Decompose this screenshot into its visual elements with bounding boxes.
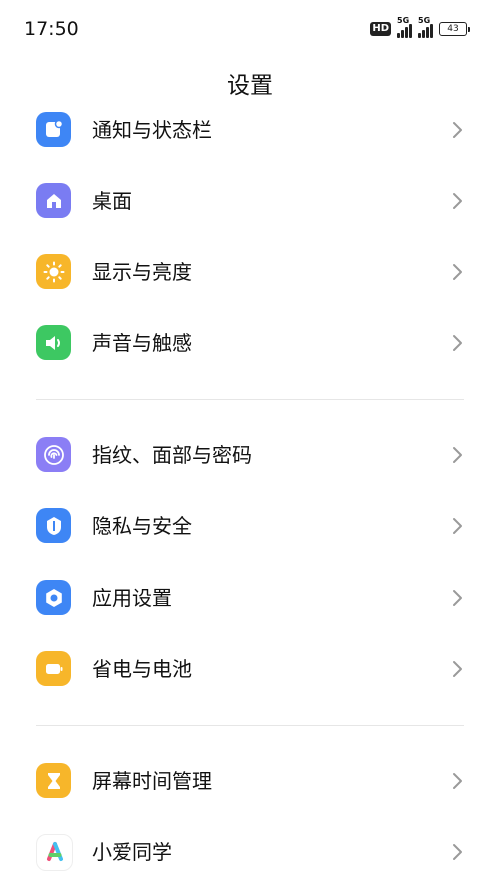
settings-item-xiaoai[interactable]: 小爱同学	[0, 817, 500, 887]
chevron-right-icon	[453, 193, 462, 209]
status-bar: 17:50 HD 5G 5G 43	[0, 0, 500, 60]
settings-item-label: 应用设置	[92, 586, 172, 610]
settings-item-label: 省电与电池	[92, 657, 192, 681]
settings-item-display[interactable]: 显示与亮度	[0, 237, 500, 307]
settings-item-sound[interactable]: 声音与触感	[0, 308, 500, 378]
speaker-icon	[36, 325, 71, 360]
sun-icon	[36, 254, 71, 289]
settings-item-label: 显示与亮度	[92, 260, 192, 284]
chevron-right-icon	[453, 264, 462, 280]
settings-item-label: 声音与触感	[92, 331, 192, 355]
network-type-sim2: 5G	[418, 16, 431, 25]
status-time: 17:50	[24, 18, 79, 40]
settings-item-label: 桌面	[92, 189, 132, 213]
chevron-right-icon	[453, 661, 462, 677]
chevron-right-icon	[453, 335, 462, 351]
settings-item-label: 指纹、面部与密码	[92, 443, 252, 467]
settings-item-app-settings[interactable]: 应用设置	[0, 563, 500, 633]
chevron-right-icon	[453, 844, 462, 860]
chevron-right-icon	[453, 122, 462, 138]
signal-icon-sim1: 5G	[397, 16, 412, 38]
settings-item-screen-time[interactable]: 屏幕时间管理	[0, 746, 500, 816]
chevron-right-icon	[453, 518, 462, 534]
network-type-sim1: 5G	[397, 16, 410, 25]
notification-icon	[36, 112, 71, 147]
battery-level: 43	[439, 22, 467, 36]
settings-item-label: 小爱同学	[92, 840, 172, 864]
settings-item-label: 隐私与安全	[92, 514, 192, 538]
hourglass-icon	[36, 763, 71, 798]
section-divider	[36, 725, 464, 726]
signal-icon-sim2: 5G	[418, 16, 433, 38]
settings-item-desktop[interactable]: 桌面	[0, 166, 500, 236]
chevron-right-icon	[453, 447, 462, 463]
hd-voice-badge: HD	[370, 22, 391, 36]
shield-icon	[36, 508, 71, 543]
chevron-right-icon	[453, 773, 462, 789]
settings-item-label: 通知与状态栏	[92, 118, 212, 142]
settings-item-battery[interactable]: 省电与电池	[0, 634, 500, 704]
status-indicators: HD 5G 5G 43	[370, 16, 470, 38]
fingerprint-icon	[36, 437, 71, 472]
settings-item-fingerprint-face-password[interactable]: 指纹、面部与密码	[0, 420, 500, 490]
gear-icon	[36, 580, 71, 615]
settings-item-privacy-security[interactable]: 隐私与安全	[0, 491, 500, 561]
settings-item-label: 屏幕时间管理	[92, 769, 212, 793]
battery-indicator: 43	[439, 22, 470, 36]
battery-icon	[36, 651, 71, 686]
assistant-icon	[36, 834, 73, 871]
home-icon	[36, 183, 71, 218]
chevron-right-icon	[453, 590, 462, 606]
settings-item-notifications[interactable]: 通知与状态栏	[0, 95, 500, 165]
section-divider	[36, 399, 464, 400]
